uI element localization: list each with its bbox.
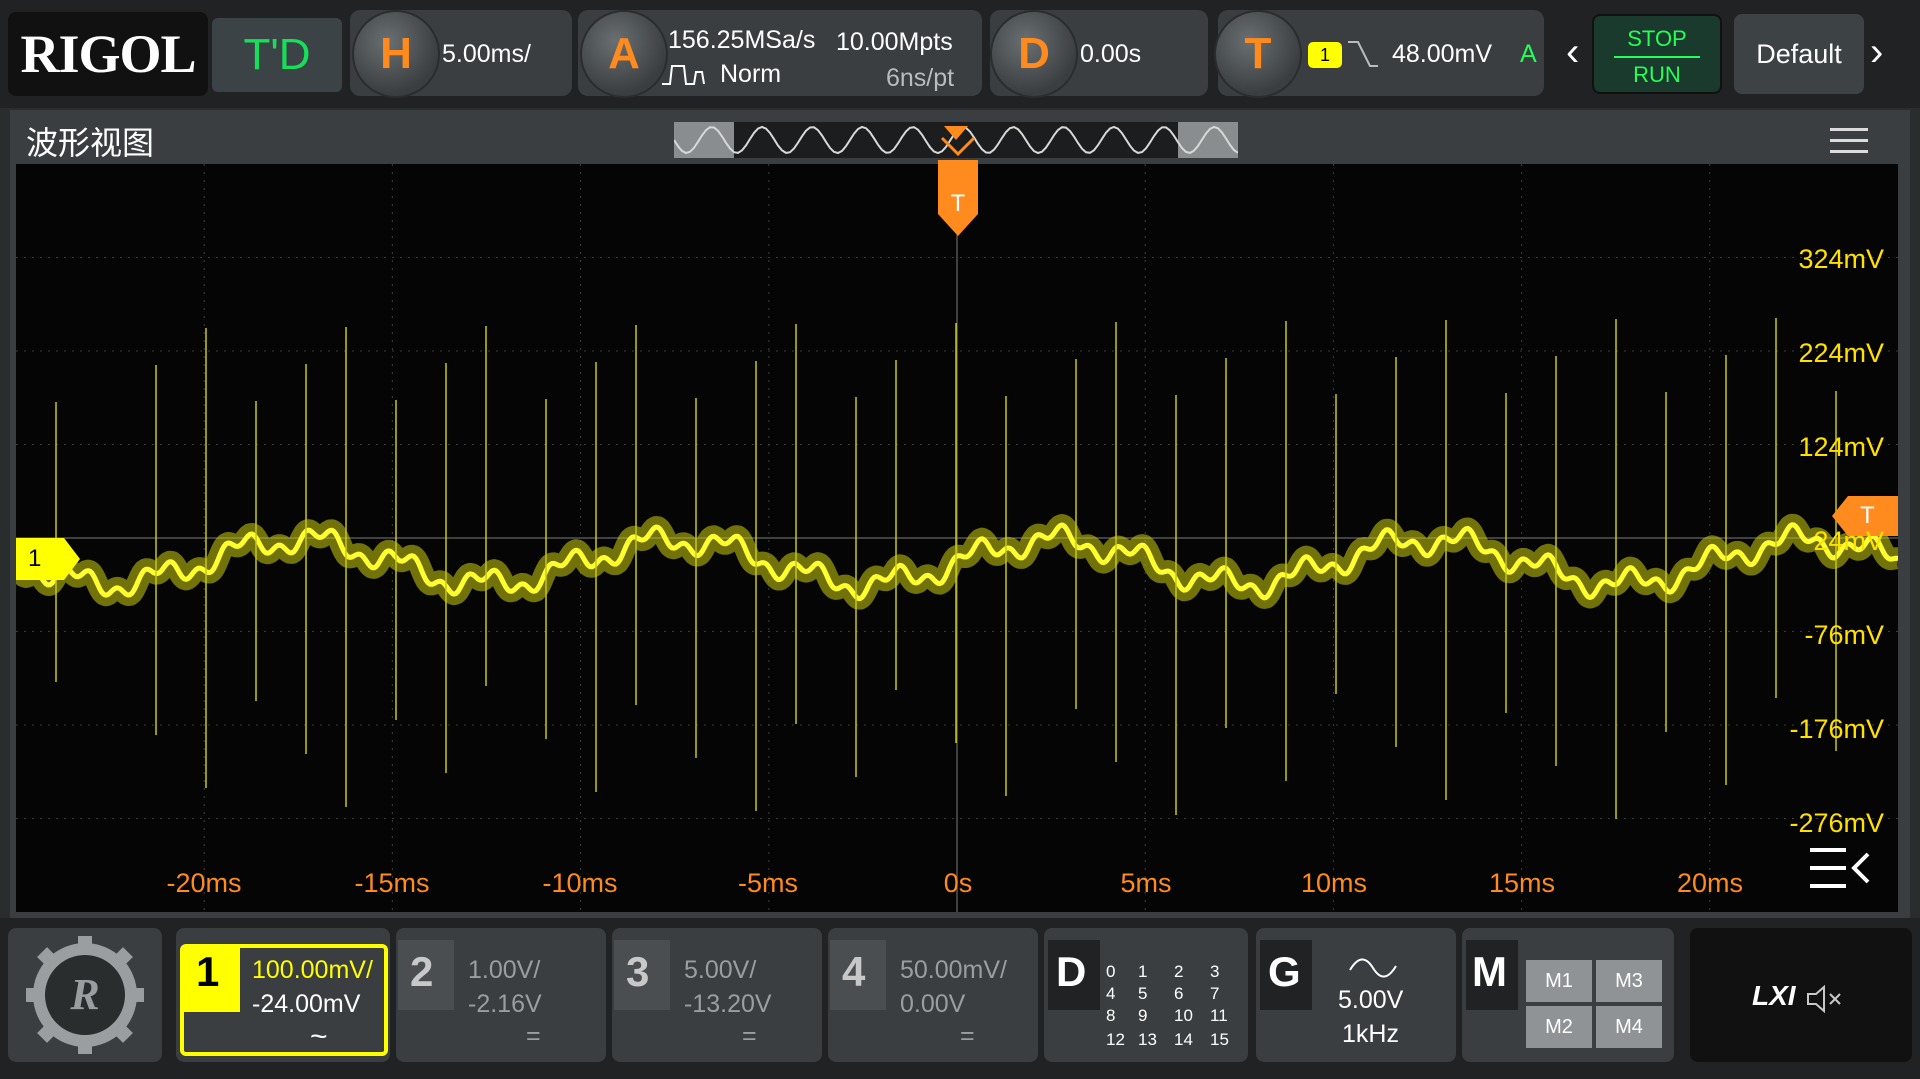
horizontal-knob[interactable]: H — [352, 10, 440, 98]
delay-value: 0.00s — [1080, 40, 1142, 68]
delay-knob[interactable]: D — [990, 10, 1078, 98]
digital-channel-9: 9 — [1138, 1006, 1148, 1025]
acquire-mode-icon — [662, 65, 705, 85]
stop-label: STOP — [1627, 26, 1687, 51]
falling-edge-icon — [1348, 41, 1378, 67]
trigger-knob[interactable]: T — [1214, 10, 1302, 98]
mute-icon[interactable] — [1806, 984, 1846, 1014]
acquire-mode: Norm — [720, 60, 782, 88]
y-label-24: 24mV — [1813, 526, 1884, 556]
digital-channel-14: 14 — [1174, 1030, 1193, 1049]
rigol-logo: RIGOL — [8, 12, 208, 96]
ch4-scale: 50.00mV/ — [900, 956, 1008, 984]
math-m1-button[interactable]: M1 — [1526, 960, 1592, 1002]
y-label-neg276: -276mV — [1789, 808, 1884, 838]
horizontal-scale: 5.00ms/ — [442, 40, 531, 68]
digital-channel-1: 1 — [1138, 962, 1148, 981]
digital-label: D — [1056, 948, 1087, 995]
acquire-knob[interactable]: A — [580, 10, 668, 98]
home-gear-icon[interactable]: R — [20, 934, 150, 1056]
y-label-324: 324mV — [1798, 244, 1884, 274]
ch2-number: 2 — [410, 948, 434, 995]
math-m3-button[interactable]: M3 — [1596, 960, 1662, 1002]
x-label-neg20: -20ms — [166, 868, 242, 898]
ch1-scale: 100.00mV/ — [252, 956, 373, 984]
menu-icon[interactable] — [1830, 128, 1868, 154]
ch1-offset-label: 1 — [28, 545, 42, 572]
svg-text:R: R — [69, 970, 99, 1019]
memory-depth: 10.00Mpts — [836, 28, 953, 56]
trigger-sweep: A — [1520, 40, 1537, 68]
generator-label: G — [1268, 948, 1301, 995]
digital-channel-8: 8 — [1106, 1006, 1116, 1025]
ch4-offset: 0.00V — [900, 990, 966, 1018]
sample-rate: 156.25MSa/s — [668, 26, 816, 54]
ch1-offset: -24.00mV — [252, 990, 361, 1018]
math-m4-button[interactable]: M4 — [1596, 1006, 1662, 1048]
digital-channel-15: 15 — [1210, 1030, 1229, 1049]
digital-channel-10: 10 — [1174, 1006, 1193, 1025]
x-label-neg5: -5ms — [738, 868, 798, 898]
x-label-0: 0s — [943, 868, 973, 898]
y-label-neg76: -76mV — [1804, 620, 1884, 650]
digital-channel-3: 3 — [1210, 962, 1220, 981]
ch1-offset-marker[interactable] — [16, 538, 82, 580]
ch3-coupling: = — [742, 1022, 757, 1050]
next-arrow-icon[interactable]: › — [1870, 30, 1883, 75]
y-label-124: 124mV — [1798, 432, 1884, 462]
ch4-coupling: = — [960, 1022, 975, 1050]
generator-frequency: 1kHz — [1342, 1020, 1399, 1048]
ch2-scale: 1.00V/ — [468, 956, 541, 984]
trigger-position-label: T — [950, 190, 966, 217]
ch1-coupling: ~ — [310, 1020, 328, 1053]
ch2-offset: -2.16V — [468, 990, 542, 1018]
trigger-level: 48.00mV — [1392, 40, 1493, 68]
x-label-20: 20ms — [1676, 868, 1744, 898]
ch1-number: 1 — [196, 948, 220, 995]
prev-arrow-icon[interactable]: ‹ — [1566, 30, 1579, 75]
y-label-neg176: -176mV — [1789, 714, 1884, 744]
stop-run-button[interactable]: STOP RUN — [1592, 14, 1722, 94]
digital-channel-11: 11 — [1210, 1006, 1228, 1025]
x-label-neg10: -10ms — [542, 868, 618, 898]
ch2-coupling: = — [526, 1022, 541, 1050]
default-button[interactable]: Default — [1734, 14, 1864, 94]
status-panel — [1690, 928, 1912, 1062]
y-label-224: 224mV — [1798, 338, 1884, 368]
digital-channel-2: 2 — [1174, 962, 1184, 981]
ch3-number: 3 — [626, 948, 650, 995]
waveform-plot[interactable] — [16, 164, 1898, 912]
math-label: M — [1472, 948, 1507, 995]
navigation-collapse-icon[interactable] — [1806, 844, 1874, 892]
digital-channel-5: 5 — [1138, 984, 1148, 1003]
trigger-position-marker[interactable] — [936, 136, 980, 240]
ch3-offset: -13.20V — [684, 990, 772, 1018]
lxi-label: LXI — [1752, 980, 1796, 1011]
x-label-neg15: -15ms — [354, 868, 430, 898]
math-m2-button[interactable]: M2 — [1526, 1006, 1592, 1048]
waveform-title: 波形视图 — [26, 125, 155, 161]
sine-wave-icon — [1349, 958, 1397, 978]
ch3-scale: 5.00V/ — [684, 956, 757, 984]
digital-channel-13: 13 — [1138, 1030, 1157, 1049]
generator-amplitude: 5.00V — [1338, 986, 1404, 1014]
digital-channel-4: 4 — [1106, 984, 1116, 1003]
x-label-5: 5ms — [1120, 868, 1172, 898]
ch4-number: 4 — [842, 948, 866, 995]
stop-run-separator — [1614, 56, 1700, 58]
mode-tag[interactable]: T'D — [212, 18, 342, 92]
digital-channel-12: 12 — [1106, 1030, 1125, 1049]
x-label-15: 15ms — [1488, 868, 1556, 898]
digital-channel-0: 0 — [1106, 962, 1116, 981]
run-label: RUN — [1633, 62, 1681, 87]
trigger-source-badge: 1 — [1308, 42, 1342, 68]
digital-channel-6: 6 — [1174, 984, 1184, 1003]
time-per-point: 6ns/pt — [886, 64, 955, 92]
x-label-10: 10ms — [1300, 868, 1368, 898]
digital-channel-7: 7 — [1210, 984, 1220, 1003]
